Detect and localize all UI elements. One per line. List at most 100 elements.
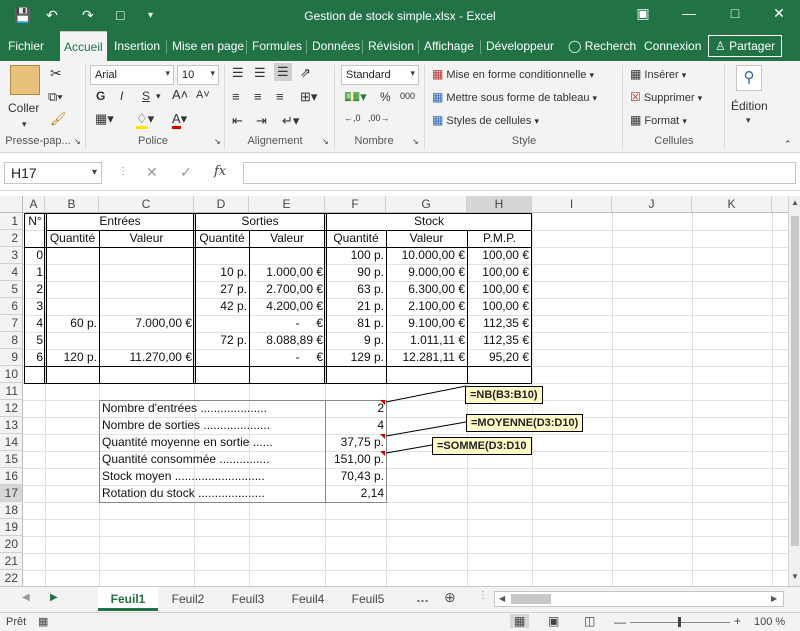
vertical-scroll-thumb[interactable] xyxy=(791,216,799,546)
currency-icon[interactable]: 💵▾ xyxy=(344,89,367,105)
increase-font-icon[interactable]: A˄ xyxy=(172,87,188,102)
tab-insertion[interactable]: Insertion xyxy=(110,31,164,61)
decrease-font-icon[interactable]: A˅ xyxy=(196,89,210,101)
add-sheet-icon[interactable]: ⊕ xyxy=(444,589,456,606)
editing-button[interactable]: Édition xyxy=(731,99,768,113)
thousands-button[interactable]: 000 xyxy=(400,91,415,101)
worksheet-grid[interactable]: A B C D E F G H I J K 1 2 3 4 5 6 7 8 9 … xyxy=(0,196,800,586)
underline-dropdown-icon[interactable]: ▾ xyxy=(156,91,161,102)
increase-decimal-icon[interactable]: ←,0 xyxy=(344,113,361,123)
name-box[interactable]: H17 ▾ xyxy=(4,162,102,184)
prev-sheet-icon[interactable]: ◀ xyxy=(22,592,30,603)
collapse-ribbon-icon[interactable]: ⌃ xyxy=(784,139,792,150)
next-sheet-icon[interactable]: ▶ xyxy=(50,592,58,603)
format-painter-icon[interactable]: 🖌 xyxy=(50,111,67,127)
wrap-text-icon[interactable]: ↵▾ xyxy=(282,113,299,129)
merge-center-icon[interactable]: ⊞▾ xyxy=(300,89,317,105)
font-color-icon[interactable]: A▾ xyxy=(172,111,187,129)
font-launcher-icon[interactable]: ↘ xyxy=(214,137,221,146)
borders-icon[interactable]: ▦▾ xyxy=(95,111,114,127)
align-right-icon[interactable]: ≡ xyxy=(276,89,284,104)
alignment-launcher-icon[interactable]: ↘ xyxy=(322,137,329,146)
percent-button[interactable]: % xyxy=(380,90,391,104)
paste-icon[interactable] xyxy=(10,65,40,95)
format-cells-button[interactable]: ▦ Format ▾ xyxy=(630,113,687,127)
paste-dropdown-icon[interactable]: ▾ xyxy=(22,119,27,130)
sheet-tab-feuil4[interactable]: Feuil4 xyxy=(280,587,336,611)
share-button[interactable]: ♙ Partager xyxy=(708,35,783,57)
bold-button[interactable]: G xyxy=(96,89,105,103)
increase-indent-icon[interactable]: ⇥ xyxy=(256,113,267,129)
tab-donnees[interactable]: Données xyxy=(308,31,364,61)
sheet-tab-feuil2[interactable]: Feuil2 xyxy=(160,587,216,611)
tab-developpeur[interactable]: Développeur xyxy=(482,31,558,61)
decrease-indent-icon[interactable]: ⇤ xyxy=(232,113,243,129)
cancel-icon[interactable]: ✕ xyxy=(146,164,158,181)
minimize-icon[interactable]: — xyxy=(674,5,704,21)
normal-view-icon[interactable]: ▦ xyxy=(510,614,530,628)
enter-icon[interactable]: ✓ xyxy=(180,164,192,181)
page-layout-view-icon[interactable]: ▣ xyxy=(548,614,559,628)
tab-fichier[interactable]: Fichier xyxy=(4,31,48,61)
conditional-formatting-button[interactable]: ▦ Mise en forme conditionnelle ▾ xyxy=(432,67,594,81)
insert-cells-button[interactable]: ▦ Insérer ▾ xyxy=(630,67,686,81)
scroll-up-icon[interactable]: ▲ xyxy=(791,198,799,207)
tab-mise-en-page[interactable]: Mise en page xyxy=(168,31,248,61)
editing-dropdown-icon[interactable]: ▾ xyxy=(746,115,751,126)
insert-function-icon[interactable]: fx xyxy=(214,164,226,179)
underline-button[interactable]: S xyxy=(142,89,150,103)
copy-icon[interactable]: ⧉▾ xyxy=(48,89,63,105)
splitter-icon[interactable]: ⋮ xyxy=(478,590,488,601)
formula-input[interactable] xyxy=(243,162,796,184)
tab-revision[interactable]: Révision xyxy=(364,31,418,61)
align-top-icon[interactable]: ☰ xyxy=(232,65,244,81)
scroll-left-icon[interactable]: ◀ xyxy=(499,594,505,603)
ribbon-display-options-icon[interactable]: ▣ xyxy=(628,5,658,22)
zoom-in-icon[interactable]: + xyxy=(734,614,741,628)
maximize-icon[interactable]: □ xyxy=(720,5,750,21)
number-launcher-icon[interactable]: ↘ xyxy=(412,137,419,146)
more-sheets-icon[interactable]: … xyxy=(416,590,429,605)
sheet-tab-feuil1[interactable]: Feuil1 xyxy=(98,587,158,611)
tell-me-search[interactable]: ◯ Recherch xyxy=(564,31,640,61)
decrease-decimal-icon[interactable]: ,00→ xyxy=(368,113,390,123)
comment-box-moyenne[interactable]: =MOYENNE(D3:D10) xyxy=(466,414,584,432)
delete-cells-button[interactable]: ☒ Supprimer ▾ xyxy=(630,90,702,104)
search-icon[interactable]: ⚲ xyxy=(736,65,762,91)
zoom-level[interactable]: 100 % xyxy=(754,616,785,628)
align-center-icon[interactable]: ≡ xyxy=(254,89,262,104)
clipboard-launcher-icon[interactable]: ↘ xyxy=(74,137,81,146)
number-format-combo[interactable]: Standard ▾ xyxy=(341,65,419,85)
comment-box-nb[interactable]: =NB(B3:B10) xyxy=(465,386,543,404)
align-left-icon[interactable]: ≡ xyxy=(232,89,240,104)
align-bottom-icon[interactable]: ☰ xyxy=(274,63,292,81)
font-name-combo[interactable]: Arial ▾ xyxy=(90,65,174,85)
close-icon[interactable]: ✕ xyxy=(764,5,794,22)
font-size-combo[interactable]: 10 ▾ xyxy=(177,65,219,85)
scroll-down-icon[interactable]: ▼ xyxy=(791,572,799,581)
align-middle-icon[interactable]: ☰ xyxy=(254,65,266,81)
paste-button[interactable]: Coller xyxy=(8,101,39,115)
tab-accueil[interactable]: Accueil xyxy=(60,31,107,61)
scroll-right-icon[interactable]: ▶ xyxy=(771,594,777,603)
macro-record-icon[interactable]: ▦ xyxy=(38,615,48,628)
orientation-icon[interactable]: ⇗ xyxy=(300,65,311,81)
tab-affichage[interactable]: Affichage xyxy=(420,31,478,61)
tab-formules[interactable]: Formules xyxy=(248,31,306,61)
horizontal-scroll-thumb[interactable] xyxy=(511,594,551,604)
sheet-tab-feuil5[interactable]: Feuil5 xyxy=(340,587,396,611)
zoom-out-icon[interactable]: — xyxy=(614,615,626,629)
sign-in-link[interactable]: Connexion xyxy=(640,31,705,61)
comment-box-somme[interactable]: =SOMME(D3:D10 xyxy=(432,437,532,455)
sheet-tab-feuil3[interactable]: Feuil3 xyxy=(220,587,276,611)
vertical-scrollbar[interactable]: ▲ ▼ xyxy=(788,196,800,586)
horizontal-scrollbar[interactable]: ◀ ▶ xyxy=(494,591,784,607)
ribbon-tabs: Fichier Accueil Insertion Mise en page F… xyxy=(0,31,800,61)
zoom-slider-thumb[interactable] xyxy=(678,617,681,627)
italic-button[interactable]: I xyxy=(120,89,123,103)
format-as-table-button[interactable]: ▦ Mettre sous forme de tableau ▾ xyxy=(432,90,597,104)
cut-icon[interactable]: ✂ xyxy=(50,65,62,82)
page-break-view-icon[interactable]: ◫ xyxy=(584,614,595,628)
fill-color-icon[interactable]: ♢▾ xyxy=(136,111,154,129)
cell-styles-button[interactable]: ▦ Styles de cellules ▾ xyxy=(432,113,539,127)
